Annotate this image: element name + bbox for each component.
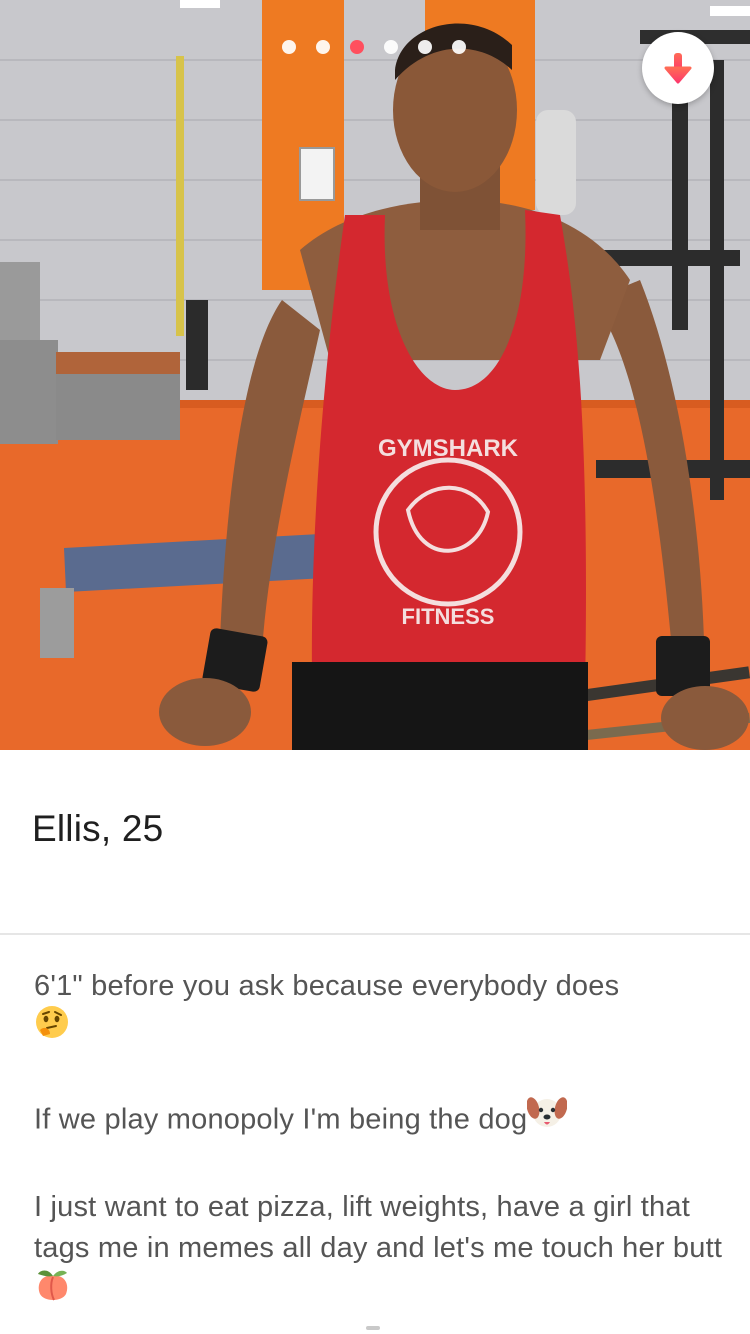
- photo-dot[interactable]: [452, 40, 466, 54]
- name-age-separator: ,: [100, 808, 122, 849]
- photo-dot[interactable]: [418, 40, 432, 54]
- gym-photo-illustration: GYMSHARK FITNESS: [0, 0, 750, 750]
- bio-line-monopoly: If we play monopoly I'm being the dog: [34, 1097, 724, 1145]
- photo-dot[interactable]: [384, 40, 398, 54]
- shirt-text-top: GYMSHARK: [378, 435, 519, 462]
- bio-text-height: 6'1" before you ask because everybody do…: [34, 970, 620, 1002]
- down-arrow-icon: [664, 53, 692, 84]
- profile-name-age: Ellis, 25: [32, 808, 163, 850]
- photo-dot[interactable]: [282, 40, 296, 54]
- profile-age: 25: [121, 808, 164, 849]
- profile-photo[interactable]: GYMSHARK FITNESS: [0, 0, 750, 750]
- bio-text-monopoly: If we play monopoly I'm being the dog: [34, 1103, 528, 1136]
- photo-dot-active[interactable]: [350, 40, 364, 54]
- profile-bio: 6'1" before you ask because everybody do…: [34, 966, 724, 1319]
- section-divider: [0, 933, 750, 935]
- bio-line-height: 6'1" before you ask because everybody do…: [34, 966, 724, 1055]
- photo-dot[interactable]: [316, 40, 330, 54]
- bio-text-pizza: I just want to eat pizza, lift weights, …: [34, 1191, 723, 1264]
- dog-face-icon: [526, 1094, 568, 1142]
- shirt-text-bottom: FITNESS: [402, 604, 495, 629]
- peach-icon: [34, 1266, 72, 1316]
- scroll-indicator: [366, 1326, 380, 1330]
- thinking-face-icon: [34, 1004, 70, 1052]
- collapse-profile-button[interactable]: [642, 32, 714, 104]
- bio-line-pizza: I just want to eat pizza, lift weights, …: [34, 1187, 724, 1319]
- photo-pagination-dots: [0, 38, 750, 58]
- profile-name: Ellis: [32, 808, 101, 849]
